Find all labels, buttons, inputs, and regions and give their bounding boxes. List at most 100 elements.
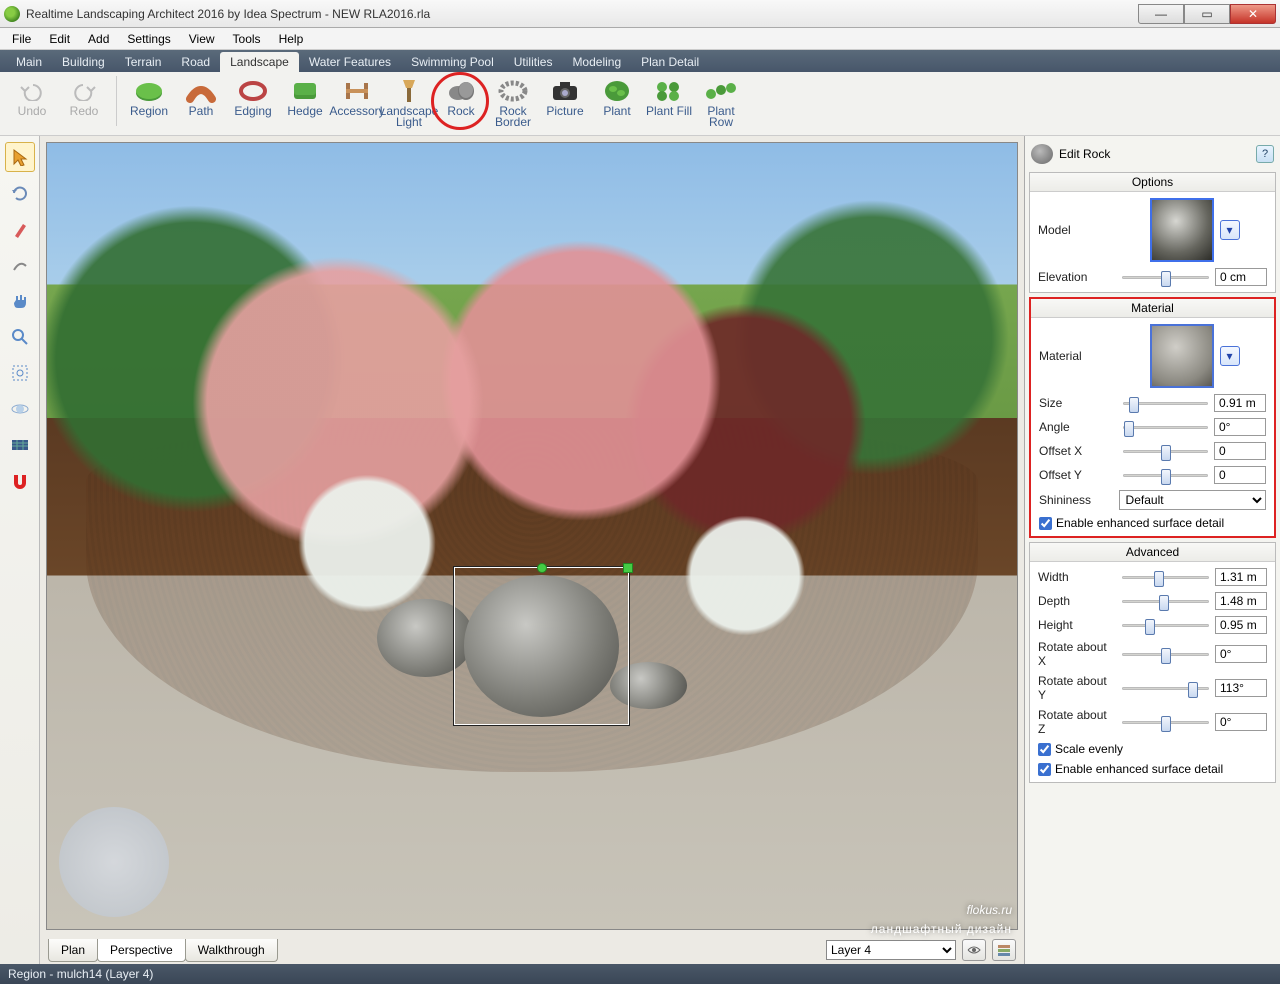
layer-visibility-button[interactable] (962, 939, 986, 961)
menu-add[interactable]: Add (80, 30, 117, 48)
path-button[interactable]: Path (177, 76, 225, 117)
model-dropdown[interactable]: ▾ (1220, 220, 1240, 240)
3d-viewport[interactable] (46, 142, 1018, 930)
app-icon (4, 6, 20, 22)
walk-navigator[interactable] (59, 807, 169, 917)
status-bar: Region - mulch14 (Layer 4) (0, 964, 1280, 984)
viewtab-walkthrough[interactable]: Walkthrough (185, 939, 278, 962)
viewtab-perspective[interactable]: Perspective (97, 939, 186, 962)
solar-tool[interactable] (5, 430, 35, 460)
plant-row-button[interactable]: Plant Row (697, 76, 745, 128)
depth-value[interactable]: 1.48 m (1215, 592, 1267, 610)
offsety-value[interactable]: 0 (1214, 466, 1266, 484)
enhanced-detail2-checkbox[interactable] (1038, 763, 1051, 776)
size-slider[interactable] (1123, 402, 1208, 405)
width-value[interactable]: 1.31 m (1215, 568, 1267, 586)
depth-slider[interactable] (1122, 600, 1209, 603)
properties-panel: Edit Rock ? Options Model ▾ Elevation 0 … (1024, 136, 1280, 964)
rock-border-button[interactable]: Rock Border (489, 76, 537, 128)
toolbar: Undo Redo Region Path Edging Hedge Acces… (0, 72, 1280, 136)
tab-building[interactable]: Building (52, 52, 115, 72)
path-icon (185, 78, 217, 104)
landscape-light-button[interactable]: Landscape Light (385, 76, 433, 128)
width-slider[interactable] (1122, 576, 1209, 579)
rock-button[interactable]: Rock (437, 76, 485, 117)
close-button[interactable]: ✕ (1230, 4, 1276, 24)
hedge-button[interactable]: Hedge (281, 76, 329, 117)
plant-fill-button[interactable]: Plant Fill (645, 76, 693, 117)
height-value[interactable]: 0.95 m (1215, 616, 1267, 634)
rock-border-icon (497, 78, 529, 104)
region-button[interactable]: Region (125, 76, 173, 117)
redo-button[interactable]: Redo (60, 76, 108, 117)
shrub (648, 505, 842, 646)
scale-evenly-label: Scale evenly (1055, 742, 1123, 756)
zoom-tool[interactable] (5, 322, 35, 352)
rotx-label: Rotate about X (1038, 640, 1116, 668)
tab-main[interactable]: Main (6, 52, 52, 72)
tab-utilities[interactable]: Utilities (504, 52, 563, 72)
height-label: Height (1038, 618, 1116, 632)
marker-tool[interactable] (5, 214, 35, 244)
tab-modeling[interactable]: Modeling (562, 52, 631, 72)
model-preview[interactable] (1150, 198, 1214, 262)
tab-swimming-pool[interactable]: Swimming Pool (401, 52, 504, 72)
plant-button[interactable]: Plant (593, 76, 641, 117)
camera-icon (549, 78, 581, 104)
undo-button[interactable]: Undo (8, 76, 56, 117)
rotx-value[interactable]: 0° (1215, 645, 1267, 663)
pan-tool[interactable] (5, 286, 35, 316)
offsetx-slider[interactable] (1123, 450, 1208, 453)
layer-select[interactable]: Layer 4 (826, 940, 956, 960)
size-value[interactable]: 0.91 m (1214, 394, 1266, 412)
snap-tool[interactable] (5, 466, 35, 496)
rotx-slider[interactable] (1122, 653, 1209, 656)
layer-manage-button[interactable] (992, 939, 1016, 961)
rotz-value[interactable]: 0° (1215, 713, 1267, 731)
menu-edit[interactable]: Edit (41, 30, 78, 48)
selection-gizmo[interactable] (454, 567, 629, 724)
offsety-slider[interactable] (1123, 474, 1208, 477)
material-preview[interactable] (1150, 324, 1214, 388)
maximize-button[interactable]: ▭ (1184, 4, 1230, 24)
help-button[interactable]: ? (1256, 145, 1274, 163)
elevation-value[interactable]: 0 cm (1215, 268, 1267, 286)
elevation-slider[interactable] (1122, 276, 1209, 279)
angle-value[interactable]: 0° (1214, 418, 1266, 436)
roty-slider[interactable] (1122, 687, 1209, 690)
zoom-extents-tool[interactable] (5, 358, 35, 388)
roty-value[interactable]: 113° (1215, 679, 1267, 697)
orbit-tool[interactable] (5, 394, 35, 424)
viewtab-plan[interactable]: Plan (48, 939, 98, 962)
offsetx-value[interactable]: 0 (1214, 442, 1266, 460)
menu-help[interactable]: Help (271, 30, 312, 48)
height-slider[interactable] (1122, 624, 1209, 627)
select-tool[interactable] (5, 142, 35, 172)
rotate-tool[interactable] (5, 178, 35, 208)
angle-slider[interactable] (1123, 426, 1208, 429)
pick-tool[interactable] (5, 250, 35, 280)
plant-icon (601, 78, 633, 104)
rotz-slider[interactable] (1122, 721, 1209, 724)
accessory-button[interactable]: Accessory (333, 76, 381, 117)
enhanced-detail-checkbox[interactable] (1039, 517, 1052, 530)
picture-button[interactable]: Picture (541, 76, 589, 117)
menu-view[interactable]: View (181, 30, 223, 48)
minimize-button[interactable]: — (1138, 4, 1184, 24)
tab-plan-detail[interactable]: Plan Detail (631, 52, 709, 72)
accessory-icon (341, 78, 373, 104)
menu-file[interactable]: File (4, 30, 39, 48)
material-dropdown[interactable]: ▾ (1220, 346, 1240, 366)
edging-button[interactable]: Edging (229, 76, 277, 117)
shininess-select[interactable]: Default (1119, 490, 1266, 510)
depth-label: Depth (1038, 594, 1116, 608)
menu-tools[interactable]: Tools (225, 30, 269, 48)
tab-road[interactable]: Road (171, 52, 220, 72)
options-section: Options Model ▾ Elevation 0 cm (1029, 172, 1276, 293)
scale-evenly-checkbox[interactable] (1038, 743, 1051, 756)
tab-landscape[interactable]: Landscape (220, 52, 299, 72)
advanced-header: Advanced (1030, 543, 1275, 562)
menu-settings[interactable]: Settings (119, 30, 178, 48)
tab-terrain[interactable]: Terrain (115, 52, 172, 72)
tab-water-features[interactable]: Water Features (299, 52, 401, 72)
